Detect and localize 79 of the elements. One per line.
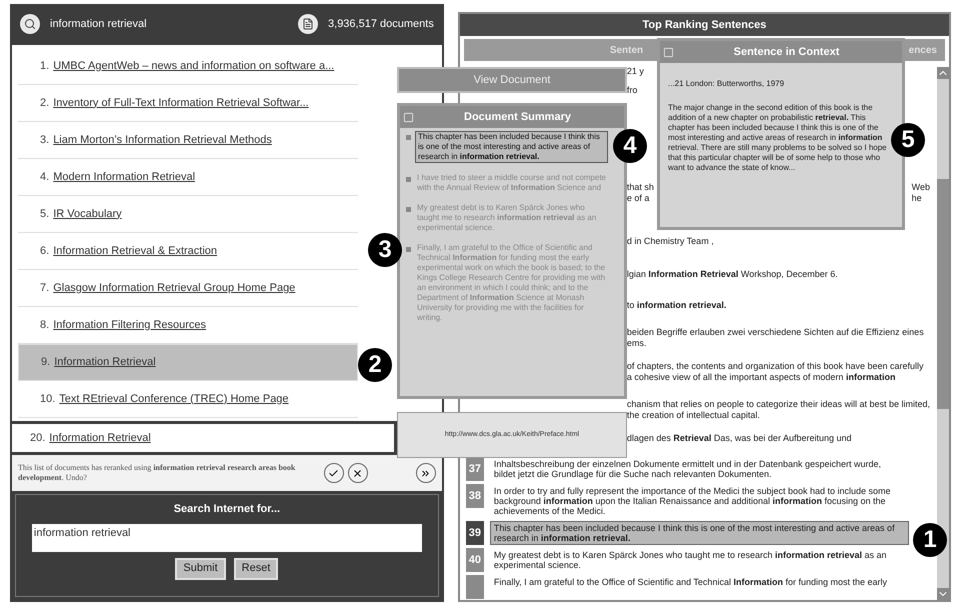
result-link[interactable]: Information Retrieval & Extraction bbox=[53, 242, 218, 260]
result-number: 6. bbox=[40, 244, 50, 259]
check-icon bbox=[328, 468, 340, 478]
popup-title: Document Summary bbox=[463, 110, 572, 125]
scroll-thumb[interactable] bbox=[937, 178, 949, 408]
result-link[interactable]: Information Retrieval bbox=[49, 430, 151, 446]
popup-title: Sentence in Context bbox=[732, 44, 840, 60]
result-link[interactable]: UMBC AgentWeb – news and information on software a... bbox=[53, 58, 334, 74]
accept-button[interactable] bbox=[324, 463, 344, 483]
search-icon[interactable] bbox=[20, 14, 40, 34]
sentence-text: he bbox=[912, 193, 923, 204]
result-link[interactable]: IR Vocabulary bbox=[53, 206, 122, 222]
sentence-text: a cohesive view of all the important aspects of modern information bbox=[626, 372, 896, 383]
result-number: 4. bbox=[40, 170, 50, 185]
sentence-text: the creation of intellectual capital. bbox=[626, 410, 761, 421]
document-count: 3,936,517 documents bbox=[328, 16, 434, 32]
sentence-rank: 37 bbox=[466, 457, 484, 481]
sentence-text: beiden Begriffe erlauben zwei verschiedene Sichten auf die Effizienz eines bbox=[626, 327, 924, 338]
sentence-text: that sh bbox=[626, 182, 654, 193]
result-number: 1. bbox=[40, 58, 50, 74]
result-item[interactable]: 9. Information Retrieval bbox=[18, 344, 358, 381]
result-link[interactable]: Modern Information Retrieval bbox=[53, 168, 196, 186]
close-icon bbox=[352, 468, 364, 478]
summary-text: Finally, I am grateful to the Office of Scientific and Technical Information for funding most the early experimental work on which the book is based; to the Kings College Research Centre for providing me with an environment in which I could think; and to the Department of Information Science at Monash University for providing me with the facilities for writing. bbox=[416, 243, 606, 323]
result-link[interactable]: Text REtrieval Conference (TREC) Home Page bbox=[59, 390, 289, 408]
sentence-text: My greatest debt is to Karen Spärck Jones who taught me to research information retrieval as an experimental science. bbox=[494, 550, 888, 570]
sentence-row[interactable]: This chapter has been included because I think this is one of the most interesting and active areas of research in information retrieval. bbox=[490, 521, 909, 545]
form-button[interactable]: Reset bbox=[234, 558, 278, 580]
sentence-text: ems. bbox=[626, 338, 648, 349]
sentence-text: e of a bbox=[626, 193, 650, 204]
sentence-rank: 38 bbox=[466, 484, 484, 508]
result-number: 20. bbox=[30, 430, 46, 446]
result-number: 3. bbox=[40, 132, 50, 148]
window-icon bbox=[663, 46, 674, 58]
context-paragraph: ...21 London: Butterworths, 1979 bbox=[668, 79, 786, 89]
sentence-rank: 39 bbox=[466, 521, 484, 545]
sentence-row[interactable]: Inhaltsbeschreibung der einzelnen Dokumente ermittelt und in der Datenbank gespeichert wurde, bildet jetzt die Grundlage für die Suche nach relevanten Dokumenten. bbox=[490, 457, 909, 481]
result-item[interactable]: 20. Information Retrieval bbox=[12, 424, 394, 452]
sentence-text: This chapter has been included because I think this is one of the most interesting and active areas of research in information retrieval. bbox=[494, 523, 896, 543]
sentence-text: Web bbox=[912, 182, 930, 193]
sentence-row[interactable]: Finally, I am grateful to the Office of Scientific and Technical Information for funding most the early bbox=[490, 575, 909, 589]
bullet-icon bbox=[406, 177, 411, 182]
search-field[interactable]: information retrieval bbox=[32, 524, 422, 552]
search-title: Search Internet for... bbox=[174, 502, 280, 517]
sentence-text: 21 y bbox=[626, 66, 644, 77]
close-button[interactable] bbox=[348, 463, 368, 483]
rerank-message: This list of documents has reranked using information retrieval research areas book development. Undo? bbox=[18, 463, 296, 483]
result-link[interactable]: Information Filtering Resources bbox=[53, 316, 206, 334]
result-number: 9. bbox=[41, 355, 50, 370]
sentence-text: of chapters, the contents and organization of this book have been carefully bbox=[626, 361, 924, 372]
result-number: 7. bbox=[40, 280, 50, 296]
bullet-icon bbox=[406, 207, 411, 212]
double-chevron-icon bbox=[420, 468, 432, 478]
sentence-text: chanism that relies on people to categorize their ideas will at best be limited, bbox=[626, 399, 930, 410]
result-number: 2. bbox=[40, 96, 50, 111]
document-icon bbox=[298, 14, 318, 34]
sentence-text: fro bbox=[626, 85, 638, 96]
form-button[interactable]: Submit bbox=[175, 558, 226, 580]
result-link[interactable]: Inventory of Full-Text Information Retrieval Softwar... bbox=[53, 94, 309, 112]
sentence-text: Inhaltsbeschreibung der einzelnen Dokumente ermittelt und in der Datenbank gespeichert wurde, bildet jetzt die Grundlage für die Suche nach relevanten Dokumenten. bbox=[494, 459, 882, 479]
window-icon bbox=[403, 112, 414, 122]
result-number: 8. bbox=[40, 318, 50, 333]
forward-button[interactable] bbox=[416, 463, 436, 483]
result-number: 5. bbox=[40, 206, 50, 222]
bullet-icon bbox=[406, 247, 411, 252]
result-link[interactable]: Glasgow Information Retrieval Group Home Page bbox=[53, 280, 296, 296]
result-link[interactable]: Liam Morton’s Information Retrieval Methods bbox=[53, 132, 272, 148]
sentence-rank bbox=[466, 575, 484, 599]
sentence-text: Finally, I am grateful to the Office of Scientific and Technical Information for funding most the early bbox=[494, 577, 888, 587]
result-number: 10. bbox=[40, 392, 56, 407]
panel-title: Top Ranking Sentences bbox=[642, 18, 766, 33]
sentence-text: In order to try and fully represent the importance of the Medici the subject book had to include some background information upon the Italian Renaissance and additional information focusing on the achievements of the Medici. bbox=[494, 486, 892, 516]
search-query: information retrieval bbox=[50, 16, 148, 32]
result-link[interactable]: Information Retrieval bbox=[54, 354, 156, 371]
scrollbar[interactable] bbox=[937, 67, 949, 600]
bullet-icon bbox=[406, 135, 411, 140]
sentence-rank: 40 bbox=[466, 548, 484, 572]
sentence-row[interactable]: My greatest debt is to Karen Spärck Jones who taught me to research information retrieval as an experimental science. bbox=[490, 548, 909, 572]
context-paragraph: The major change in the second edition of this book is the addition of a new chapter on probabilistic retrieval. This chapter has been included because I think this is one of the most interesting and active areas of research in information retrieval. There are still many problems to be solved so I hope that this particular chapter will be of some help to those who want to advance the state of know... bbox=[668, 103, 888, 173]
